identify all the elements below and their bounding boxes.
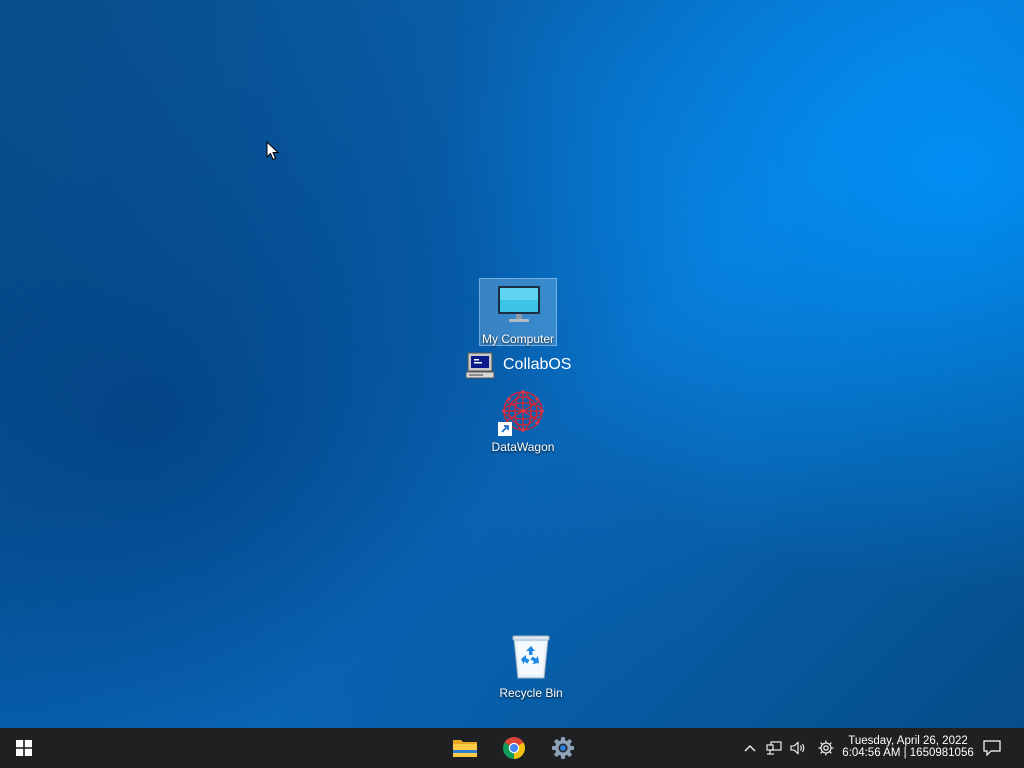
tray-volume-button[interactable] [787,728,809,768]
action-center-button[interactable] [980,728,1004,768]
desktop-icon-recycle-bin[interactable]: Recycle Bin [496,634,566,700]
network-icon [766,741,782,755]
shortcut-arrow-icon [498,422,512,436]
mouse-cursor-icon [266,141,280,161]
tray-clock[interactable]: Tuesday, April 26, 2022 6:04:56 AM | 165… [840,735,976,759]
desktop-icon-datawagon[interactable]: DataWagon [488,390,558,456]
desktop-icon-collabos[interactable]: CollabOS [466,352,586,380]
terminal-computer-icon [466,352,495,379]
volume-icon [789,741,804,755]
settings-gear-icon [552,737,574,759]
tray-settings-button[interactable] [814,728,838,768]
monitor-icon [498,286,540,322]
recycle-bin-icon [512,635,550,679]
chrome-icon [503,737,525,759]
clock-time: 6:04:56 AM | 1650981056 [842,747,974,759]
start-button[interactable] [0,728,48,768]
taskbar: Tuesday, April 26, 2022 6:04:56 AM | 165… [0,728,1024,768]
windows-logo-icon [16,740,32,756]
file-explorer-icon [453,740,477,757]
desktop-icon-label: DataWagon [491,440,555,454]
chevron-up-icon [744,745,756,752]
tray-network-button[interactable] [763,728,785,768]
desktop-icon-my-computer[interactable]: My Computer [479,278,557,346]
desktop-icon-label: CollabOS [503,356,572,373]
desktop-icon-label: Recycle Bin [499,686,563,700]
notification-icon [983,740,1001,756]
desktop-icon-label: My Computer [481,332,555,346]
settings-icon [818,740,834,756]
taskbar-chrome[interactable] [490,728,538,768]
taskbar-settings[interactable] [539,728,587,768]
tray-overflow-button[interactable] [739,728,761,768]
clock-date: Tuesday, April 26, 2022 [848,735,968,747]
taskbar-file-explorer[interactable] [441,728,489,768]
